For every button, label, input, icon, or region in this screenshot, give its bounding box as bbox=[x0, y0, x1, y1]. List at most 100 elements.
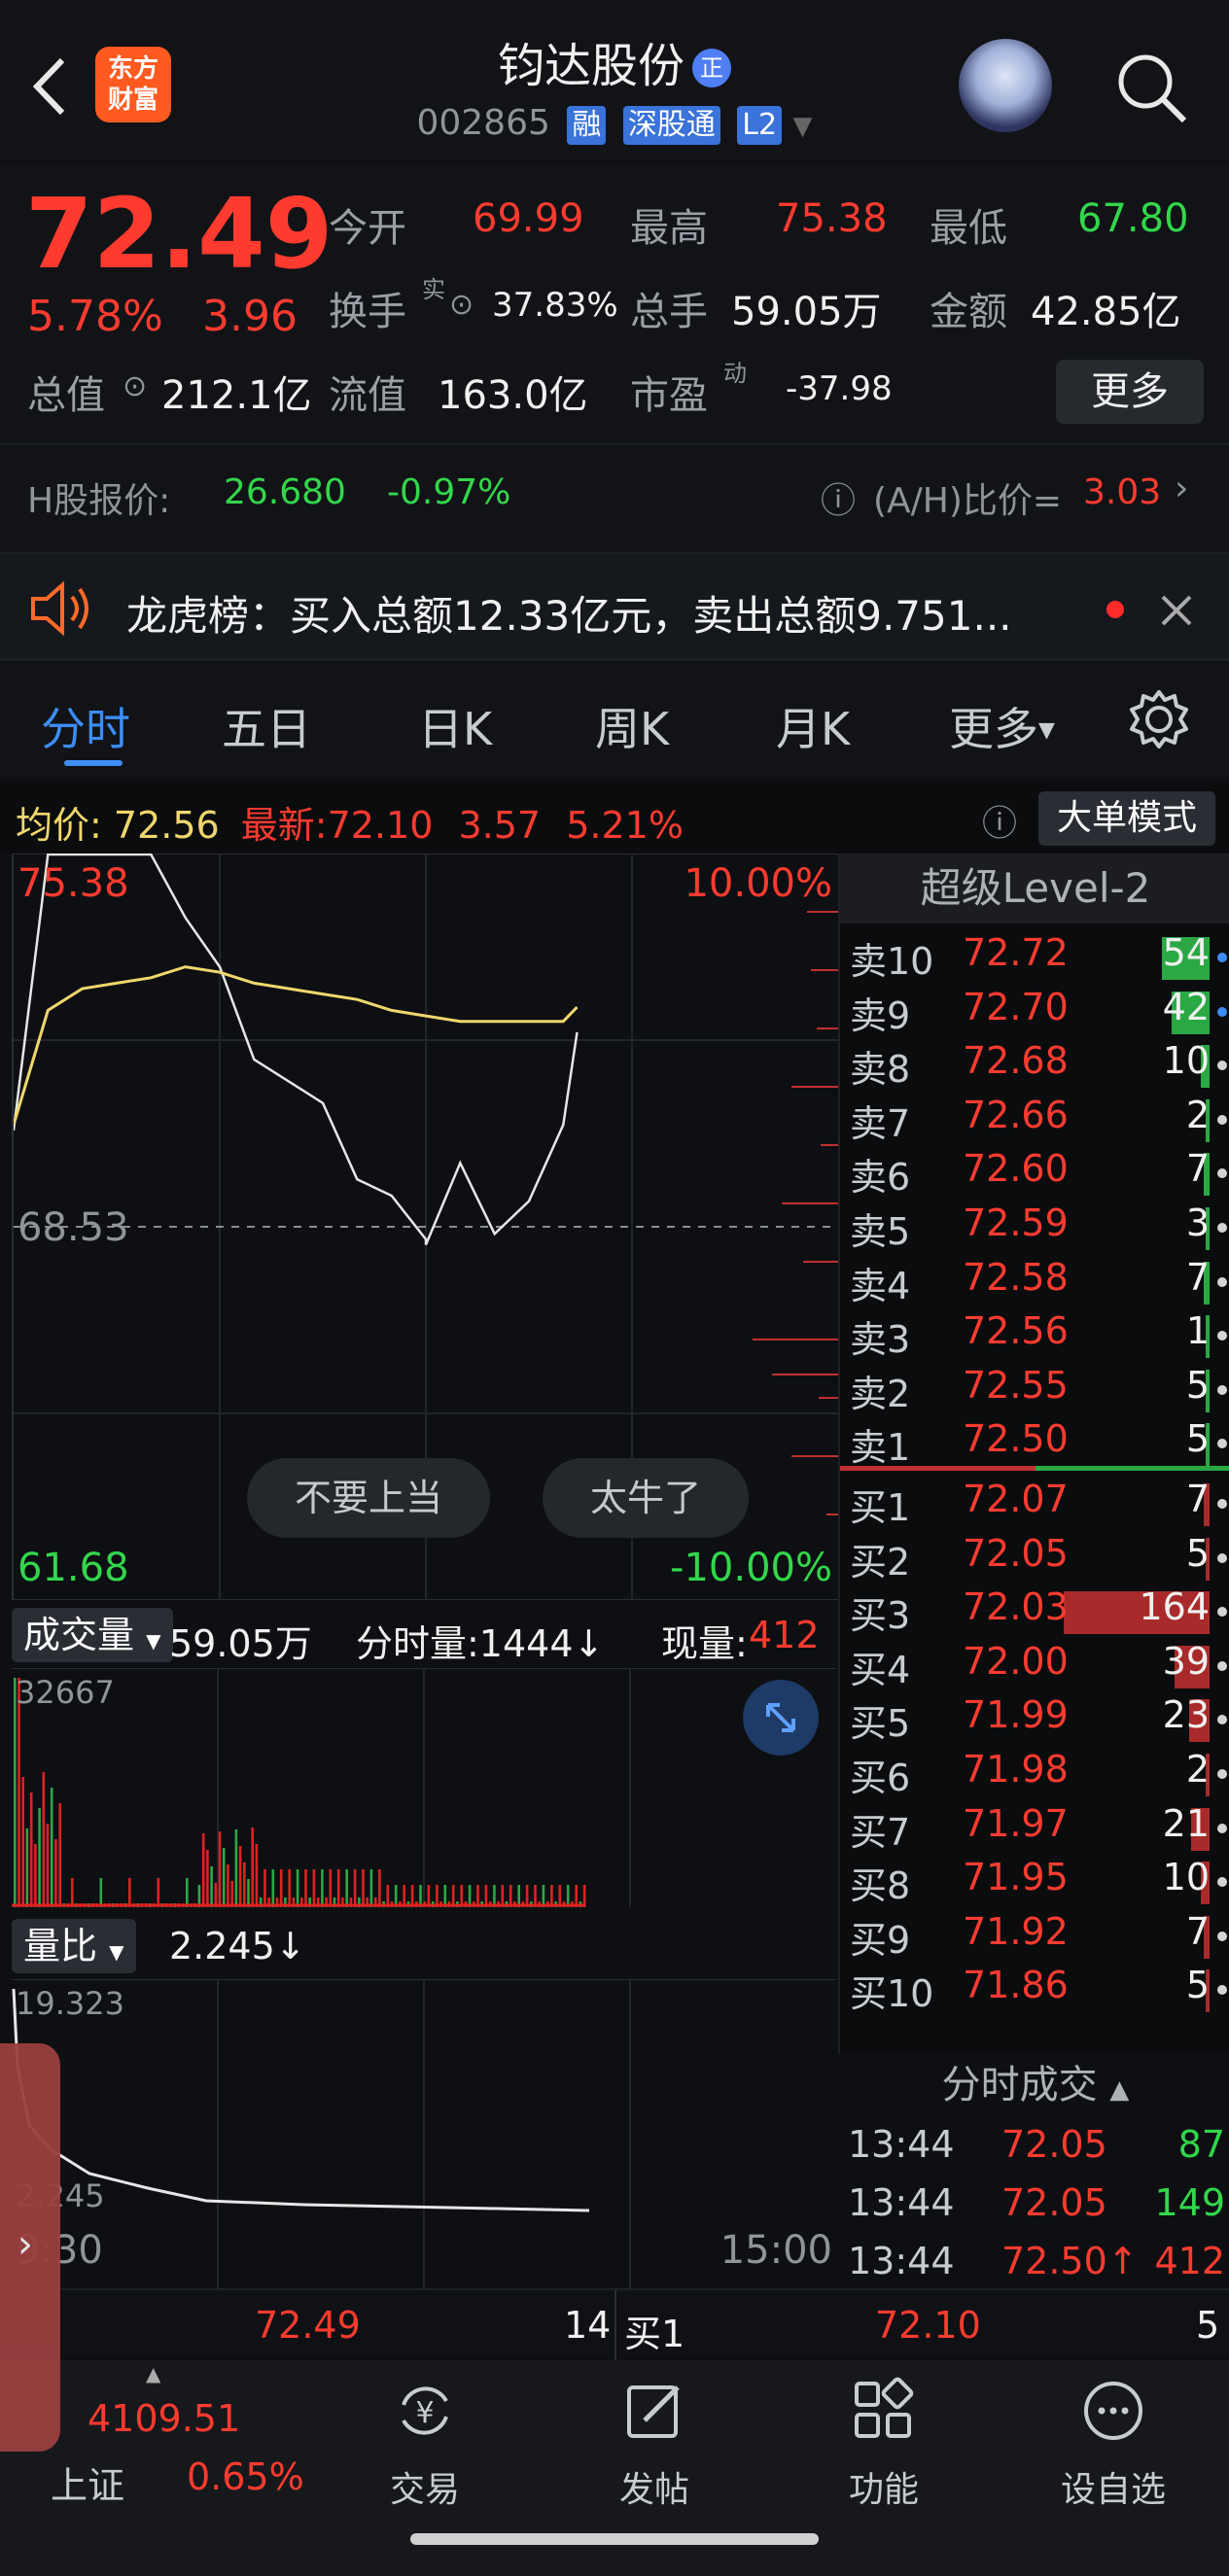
volume-bar bbox=[353, 1869, 357, 1907]
amount-value: 42.85亿 bbox=[1031, 290, 1181, 334]
settings-gear-icon[interactable] bbox=[1128, 688, 1190, 750]
bid-row[interactable]: 买4 72.00 39 bbox=[840, 1640, 1229, 1694]
level-qty: 7 bbox=[1185, 1909, 1210, 1953]
tab-five-day[interactable]: 五日 bbox=[222, 694, 311, 758]
bid-row[interactable]: 买2 72.05 5 bbox=[840, 1532, 1229, 1586]
bid-row[interactable]: 买1 72.07 7 bbox=[840, 1478, 1229, 1532]
ask-row[interactable]: 卖10 72.72 54 bbox=[840, 931, 1229, 986]
volume-bar bbox=[58, 1803, 61, 1907]
expand-arrows-icon[interactable] bbox=[743, 1680, 819, 1756]
indicator-dot bbox=[1217, 1931, 1227, 1941]
volume-bar bbox=[238, 1846, 242, 1907]
ask-row[interactable]: 卖6 72.60 7 bbox=[840, 1147, 1229, 1201]
comment-bubble[interactable]: 不要上当 bbox=[247, 1458, 490, 1538]
trades-title[interactable]: 分时成交 ▲ bbox=[840, 2051, 1229, 2119]
info-circle-icon[interactable]: ⊙ bbox=[449, 288, 474, 322]
question-circle-icon[interactable]: ⓘ bbox=[821, 472, 856, 523]
comment-bubble[interactable]: 太牛了 bbox=[543, 1458, 749, 1538]
tab-weekly-k[interactable]: 周K bbox=[595, 694, 669, 758]
axis-top-price: 75.38 bbox=[18, 861, 129, 906]
level-qty: 5 bbox=[1185, 1363, 1210, 1407]
level-qty: 42 bbox=[1162, 985, 1210, 1028]
ask-row[interactable]: 卖4 72.58 7 bbox=[840, 1256, 1229, 1310]
volume-bar bbox=[227, 1864, 229, 1907]
chart-tabs: 分时 五日 日K 周K 月K 更多▼ bbox=[0, 663, 1229, 778]
bid-row[interactable]: 买6 71.98 2 bbox=[840, 1748, 1229, 1802]
bid-row[interactable]: 买10 71.86 5 bbox=[840, 1964, 1229, 2018]
bid-row[interactable]: 买9 71.92 7 bbox=[840, 1910, 1229, 1965]
tab-more[interactable]: 更多▼ bbox=[949, 694, 1055, 758]
level-label: 卖2 bbox=[850, 1372, 911, 1415]
indicator-dot bbox=[1217, 1384, 1227, 1395]
info-circle-icon[interactable]: ⊙ bbox=[123, 369, 147, 403]
bid-row[interactable]: 买7 71.97 21 bbox=[840, 1802, 1229, 1857]
volume-bar bbox=[128, 1878, 131, 1907]
volume-ratio-chart[interactable]: 19.323 2.245 9:30 15:00 bbox=[12, 1979, 836, 2288]
ask-row[interactable]: 卖7 72.66 2 bbox=[840, 1094, 1229, 1148]
tab-monthly-k[interactable]: 月K bbox=[776, 694, 850, 758]
avg-price-readout: 均价: 72.56 最新:72.10 3.57 5.21% bbox=[16, 804, 684, 847]
level-price: 72.07 bbox=[963, 1478, 1069, 1520]
volume-bar bbox=[18, 1678, 20, 1907]
bid-row[interactable]: 买3 72.03 164 bbox=[840, 1585, 1229, 1640]
level1-strip[interactable]: 72.49 14 买1 72.10 5 bbox=[0, 2288, 1229, 2360]
dragon-tiger-banner[interactable]: 龙虎榜：买入总额12.33亿元，卖出总额9.751... bbox=[0, 552, 1229, 661]
index-pct[interactable]: 0.65% bbox=[187, 2455, 304, 2498]
volume-bar bbox=[362, 1869, 365, 1907]
level-price: 72.56 bbox=[963, 1309, 1069, 1353]
volume-chart[interactable]: 32667 bbox=[12, 1668, 836, 1907]
tab-trade[interactable]: ¥ 交易 bbox=[352, 2376, 498, 2512]
level-qty: 2 bbox=[1185, 1748, 1210, 1791]
close-icon[interactable] bbox=[1157, 591, 1196, 630]
level-price: 72.58 bbox=[963, 1255, 1069, 1299]
level-qty: 21 bbox=[1162, 1801, 1210, 1845]
question-circle-icon[interactable]: ⓘ bbox=[982, 795, 1017, 846]
trade-qty: 149 bbox=[1154, 2181, 1225, 2224]
ask-row[interactable]: 卖2 72.55 5 bbox=[840, 1364, 1229, 1418]
robot-avatar-icon[interactable] bbox=[959, 39, 1052, 132]
level-label: 卖10 bbox=[850, 940, 934, 983]
trade-time: 13:44 bbox=[848, 2240, 955, 2282]
tab-daily-k[interactable]: 日K bbox=[418, 694, 492, 758]
tab-intraday[interactable]: 分时 bbox=[41, 694, 130, 758]
change-amount: 3.96 bbox=[202, 292, 298, 341]
ratio-dropdown[interactable]: 量比 ▼ bbox=[12, 1919, 136, 1973]
indicator-dot bbox=[1217, 1877, 1227, 1888]
big-order-mode-button[interactable]: 大单模式 bbox=[1038, 791, 1215, 846]
level-price: 72.66 bbox=[963, 1093, 1069, 1136]
indicator-dot bbox=[1217, 1168, 1227, 1179]
indicator-dot bbox=[1217, 1061, 1227, 1071]
tab-post[interactable]: 发帖 bbox=[581, 2376, 727, 2512]
indicator-dot bbox=[1217, 1499, 1227, 1509]
index-name[interactable]: 上证 bbox=[51, 2455, 124, 2509]
float-label: 流值 bbox=[329, 373, 406, 418]
volume-bar bbox=[247, 1879, 250, 1907]
trade-qty: 412 bbox=[1154, 2240, 1225, 2282]
tab-functions[interactable]: 功能 bbox=[811, 2376, 957, 2512]
bid-row[interactable]: 买8 71.95 10 bbox=[840, 1856, 1229, 1910]
banner-text: 龙虎榜：买入总额12.33亿元，卖出总额9.751... bbox=[126, 592, 1012, 640]
ask-row[interactable]: 卖1 72.50 5 bbox=[840, 1417, 1229, 1472]
more-button[interactable]: 更多 bbox=[1056, 360, 1204, 424]
index-value[interactable]: 4109.51 bbox=[88, 2397, 240, 2440]
tab-add-watchlist[interactable]: 设自选 bbox=[1040, 2376, 1186, 2512]
level-qty: 164 bbox=[1139, 1585, 1210, 1629]
ask-row[interactable]: 卖5 72.59 3 bbox=[840, 1201, 1229, 1256]
ask-row[interactable]: 卖9 72.70 42 bbox=[840, 986, 1229, 1040]
ask-row[interactable]: 卖3 72.56 1 bbox=[840, 1309, 1229, 1364]
volume-bar bbox=[304, 1869, 307, 1907]
volume-dropdown[interactable]: 成交量 ▼ bbox=[12, 1608, 173, 1662]
chevron-right-icon[interactable]: › bbox=[1175, 469, 1188, 508]
price-line bbox=[14, 853, 579, 1245]
level-label: 卖5 bbox=[850, 1210, 911, 1253]
tab-post-label: 发帖 bbox=[618, 2470, 689, 2510]
bid-row[interactable]: 买5 71.99 23 bbox=[840, 1693, 1229, 1748]
level-price: 72.55 bbox=[963, 1363, 1069, 1407]
level-qty: 2 bbox=[1185, 1093, 1210, 1136]
volume-bar bbox=[71, 1878, 74, 1907]
ask-row[interactable]: 卖8 72.68 10 bbox=[840, 1039, 1229, 1094]
level-qty: 3 bbox=[1185, 1201, 1210, 1244]
search-icon[interactable] bbox=[1112, 49, 1190, 126]
side-drawer-handle[interactable]: › bbox=[0, 2043, 60, 2452]
level-price: 71.99 bbox=[963, 1693, 1069, 1737]
